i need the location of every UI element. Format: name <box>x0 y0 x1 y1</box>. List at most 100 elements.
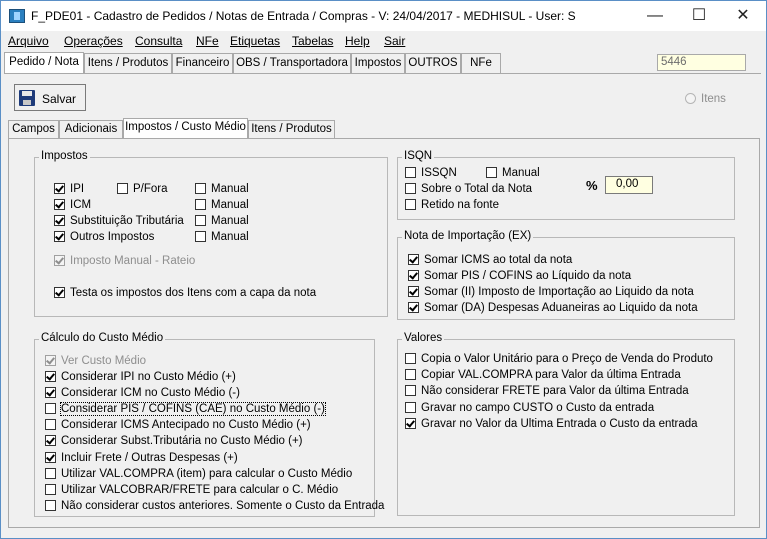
outros-impostos-checkbox[interactable]: Outros Impostos <box>54 230 154 244</box>
minimize-button[interactable]: — <box>633 1 677 31</box>
ipi-manual-checkbox[interactable]: Manual <box>195 182 249 196</box>
gravar-campo-custo-checkbox[interactable]: Gravar no campo CUSTO o Custo da entrada <box>405 401 654 415</box>
ipi-checkbox[interactable]: IPI <box>54 182 84 196</box>
menu-arquivo[interactable]: Arquivo <box>8 34 49 48</box>
tab-impostos[interactable]: Impostos <box>351 53 405 73</box>
tab-obs-transportadora[interactable]: OBS / Transportadora <box>233 53 351 73</box>
itens-radio[interactable]: Itens <box>685 93 726 105</box>
custo-item-label: Utilizar VAL.COMPRA (item) para calcular… <box>61 468 353 480</box>
icm-manual-checkbox[interactable]: Manual <box>195 198 249 212</box>
tab-impostos-custo-medio[interactable]: Impostos / Custo Médio <box>123 118 248 138</box>
checkbox-icon <box>405 199 416 210</box>
somar-icms-checkbox[interactable]: Somar ICMS ao total da nota <box>408 253 572 267</box>
main-window: F_PDE01 - Cadastro de Pedidos / Notas de… <box>0 0 767 539</box>
custo-item-label: Não considerar custos anteriores. Soment… <box>61 500 385 512</box>
tab-adicionais[interactable]: Adicionais <box>59 120 123 138</box>
subst-checkbox[interactable]: Substituição Tributária <box>54 214 184 228</box>
ver-custo-medio-checkbox[interactable]: Ver Custo Médio <box>45 354 146 368</box>
incluir-frete-checkbox[interactable]: Incluir Frete / Outras Despesas (+) <box>45 451 238 465</box>
valores-item-label: Copiar VAL.COMPRA para Valor da última E… <box>421 369 681 381</box>
tab-outros[interactable]: OUTROS <box>405 53 461 73</box>
checkbox-checked-icon <box>45 355 56 366</box>
pfora-checkbox[interactable]: P/Fora <box>117 182 168 196</box>
icm-checkbox[interactable]: ICM <box>54 198 91 212</box>
checkbox-checked-icon <box>45 371 56 382</box>
checkbox-checked-icon <box>45 387 56 398</box>
checkbox-icon <box>45 468 56 479</box>
title-bar: F_PDE01 - Cadastro de Pedidos / Notas de… <box>1 1 766 31</box>
save-button[interactable]: Salvar <box>14 84 86 111</box>
considerar-icm-checkbox[interactable]: Considerar ICM no Custo Médio (-) <box>45 386 240 400</box>
copia-valor-unitario-checkbox[interactable]: Copia o Valor Unitário para o Preço de V… <box>405 352 713 366</box>
percent-input[interactable]: 0,00 <box>605 176 653 194</box>
custo-item-label: Incluir Frete / Outras Despesas (+) <box>61 452 238 464</box>
copiar-val-compra-checkbox[interactable]: Copiar VAL.COMPRA para Valor da última E… <box>405 368 681 382</box>
checkbox-icon <box>486 167 497 178</box>
checkbox-icon <box>195 215 206 226</box>
checkbox-checked-icon <box>405 418 416 429</box>
checkbox-icon <box>195 231 206 242</box>
checkbox-icon <box>195 199 206 210</box>
testa-impostos-checkbox[interactable]: Testa os impostos dos Itens com a capa d… <box>54 286 316 300</box>
checkbox-icon <box>117 183 128 194</box>
considerar-subst-checkbox[interactable]: Considerar Subst.Tributária no Custo Méd… <box>45 434 303 448</box>
sobre-total-checkbox[interactable]: Sobre o Total da Nota <box>405 182 532 196</box>
close-button[interactable]: ✕ <box>721 1 765 31</box>
isqn-group-title: ISQN <box>402 150 435 162</box>
menu-bar: Arquivo Operações Consulta NFe Etiquetas… <box>1 31 766 51</box>
tab-itens-produtos-sub[interactable]: Itens / Produtos <box>248 120 335 138</box>
custo-item-label: Utilizar VALCOBRAR/FRETE para calcular o… <box>61 484 339 496</box>
considerar-icms-antecipado-checkbox[interactable]: Considerar ICMS Antecipado no Custo Médi… <box>45 418 311 432</box>
somar-ii-checkbox[interactable]: Somar (II) Imposto de Importação ao Liqu… <box>408 285 694 299</box>
percent-label: % <box>586 178 598 193</box>
maximize-button[interactable]: ☐ <box>677 1 721 31</box>
menu-operacoes[interactable]: Operações <box>64 34 123 48</box>
rateio-checkbox[interactable]: Imposto Manual - Rateio <box>54 254 195 268</box>
subst-manual-checkbox[interactable]: Manual <box>195 214 249 228</box>
pfora-label: P/Fora <box>133 183 168 195</box>
retido-fonte-checkbox[interactable]: Retido na fonte <box>405 198 499 212</box>
checkbox-checked-icon <box>54 215 65 226</box>
menu-nfe[interactable]: NFe <box>196 34 219 48</box>
considerar-pis-cofins-checkbox[interactable]: Considerar PIS / COFINS (CAE) no Custo M… <box>45 402 326 416</box>
checkbox-checked-icon <box>408 270 419 281</box>
checkbox-icon <box>405 353 416 364</box>
checkbox-icon <box>45 500 56 511</box>
document-number-field[interactable]: 5446 <box>657 54 746 71</box>
outros-manual-checkbox[interactable]: Manual <box>195 230 249 244</box>
gravar-ultima-entrada-checkbox[interactable]: Gravar no Valor da Ultima Entrada o Cust… <box>405 417 698 431</box>
manual-label: Manual <box>211 231 249 243</box>
menu-help[interactable]: Help <box>345 34 370 48</box>
menu-etiquetas[interactable]: Etiquetas <box>230 34 280 48</box>
custo-item-label: Considerar PIS / COFINS (CAE) no Custo M… <box>60 402 326 416</box>
tab-financeiro[interactable]: Financeiro <box>172 53 233 73</box>
utilizar-val-compra-checkbox[interactable]: Utilizar VAL.COMPRA (item) para calcular… <box>45 467 352 481</box>
checkbox-checked-icon <box>45 452 56 463</box>
menu-tabelas[interactable]: Tabelas <box>292 34 333 48</box>
menu-consulta[interactable]: Consulta <box>135 34 182 48</box>
tab-nfe[interactable]: NFe <box>461 53 501 73</box>
rateio-label: Imposto Manual - Rateio <box>70 255 196 267</box>
isqn-manual-checkbox[interactable]: Manual <box>486 166 540 180</box>
tab-pedido-nota[interactable]: Pedido / Nota <box>4 52 84 73</box>
valores-item-label: Não considerar FRETE para Valor da últim… <box>421 385 689 397</box>
save-button-label: Salvar <box>42 92 77 106</box>
window-title: F_PDE01 - Cadastro de Pedidos / Notas de… <box>31 9 576 23</box>
tab-itens-produtos[interactable]: Itens / Produtos <box>84 53 172 73</box>
checkbox-icon <box>45 419 56 430</box>
menu-sair[interactable]: Sair <box>384 34 405 48</box>
checkbox-icon <box>195 183 206 194</box>
manual-label: Manual <box>211 183 249 195</box>
tab-campos[interactable]: Campos <box>8 120 59 138</box>
importacao-item-label: Somar PIS / COFINS ao Líquido da nota <box>424 270 632 282</box>
somar-pis-cofins-checkbox[interactable]: Somar PIS / COFINS ao Líquido da nota <box>408 269 631 283</box>
utilizar-valcobrar-checkbox[interactable]: Utilizar VALCOBRAR/FRETE para calcular o… <box>45 483 338 497</box>
nao-considerar-custos-checkbox[interactable]: Não considerar custos anteriores. Soment… <box>45 499 384 513</box>
issqn-checkbox[interactable]: ISSQN <box>405 166 457 180</box>
subst-label: Substituição Tributária <box>70 215 184 227</box>
considerar-ipi-checkbox[interactable]: Considerar IPI no Custo Médio (+) <box>45 370 236 384</box>
nao-considerar-frete-checkbox[interactable]: Não considerar FRETE para Valor da últim… <box>405 384 689 398</box>
somar-da-checkbox[interactable]: Somar (DA) Despesas Aduaneiras ao Liquid… <box>408 301 698 315</box>
radio-icon <box>685 93 696 104</box>
valores-group-title: Valores <box>402 332 445 344</box>
